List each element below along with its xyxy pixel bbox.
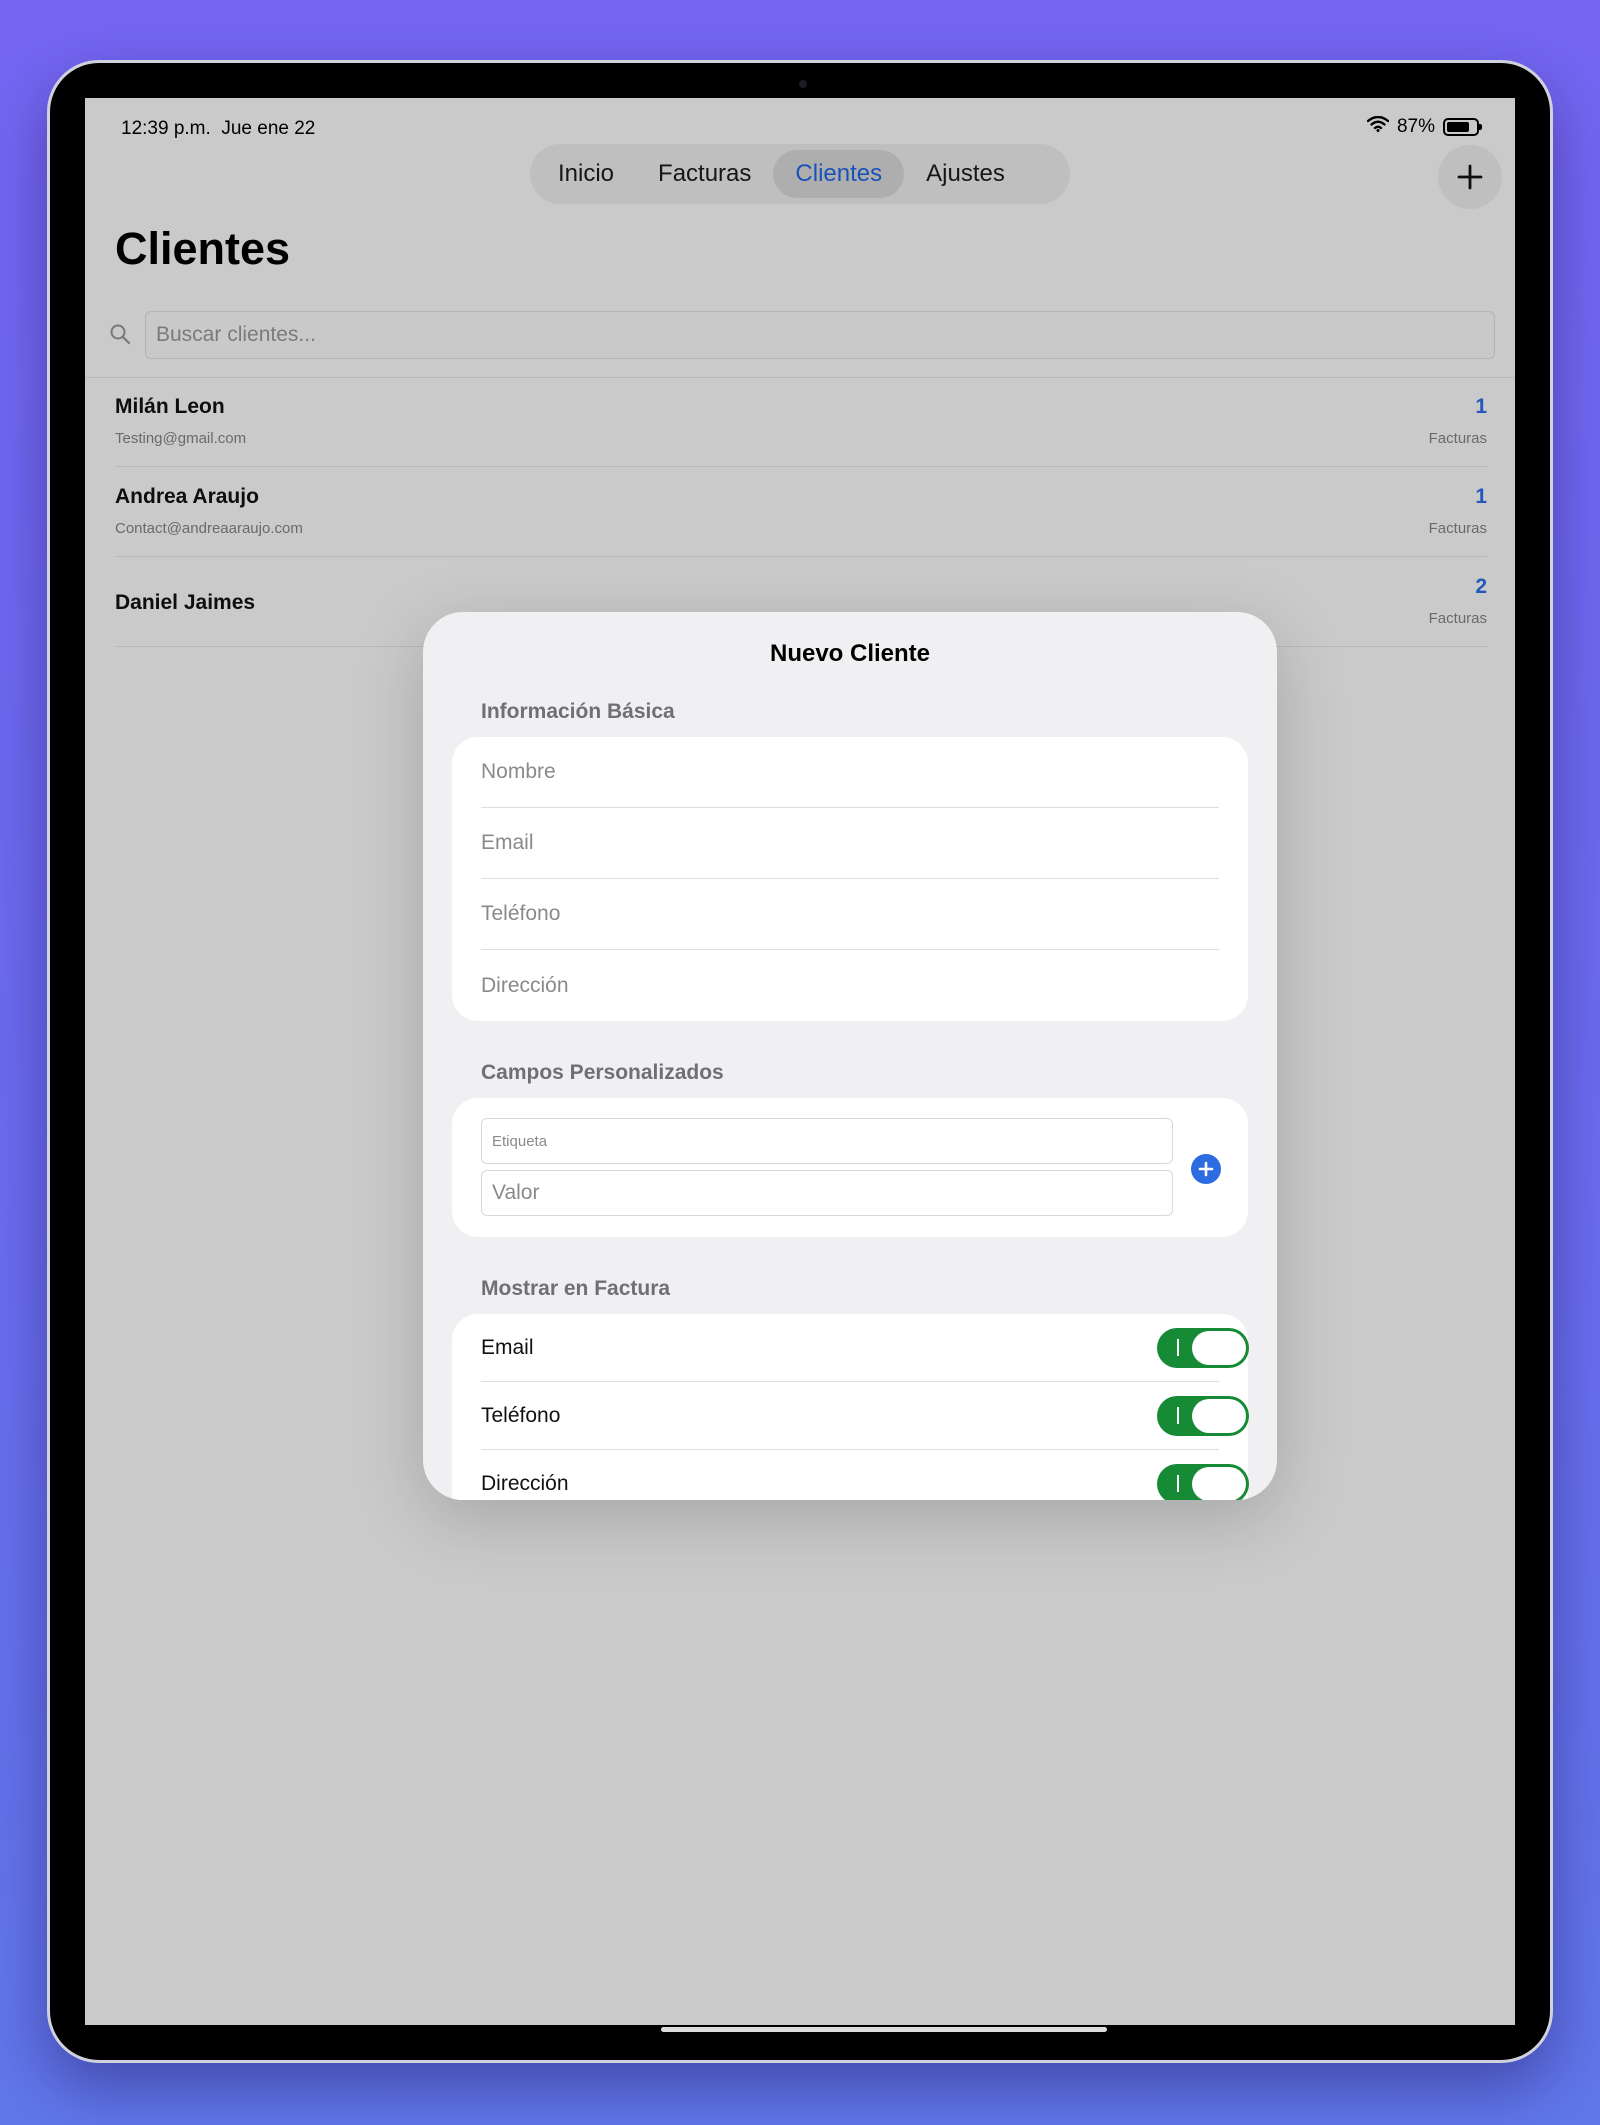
home-indicator[interactable] (661, 2027, 1107, 2032)
app-screen: 12:39 p.m. Jue ene 22 87% Inicio Factura… (85, 98, 1515, 2025)
toggle-label-phone: Teléfono (481, 1404, 561, 1427)
address-field-row (481, 950, 1219, 1021)
sheet-title: Nuevo Cliente (769, 640, 931, 667)
email-toggle[interactable] (1157, 1328, 1249, 1368)
section-header-invoice: Mostrar en Factura (481, 1277, 671, 1300)
name-field[interactable] (481, 737, 1219, 807)
custom-value-input[interactable] (481, 1170, 1173, 1216)
new-client-sheet: Nuevo Cliente Información Básica Campos … (423, 612, 1277, 1500)
toggle-row-phone: Teléfono (481, 1382, 1249, 1450)
email-field[interactable] (481, 808, 1219, 878)
add-custom-field-button[interactable] (1191, 1154, 1221, 1184)
invoice-display-card: Email Teléfono Dirección (452, 1314, 1249, 1500)
basic-info-card (452, 737, 1248, 1021)
name-field-row (481, 737, 1219, 808)
address-field[interactable] (481, 950, 1219, 1021)
custom-fields-card (452, 1098, 1248, 1237)
toggle-row-address: Dirección (481, 1450, 1249, 1500)
toggle-label-email: Email (481, 1336, 534, 1359)
plus-icon (1198, 1161, 1214, 1177)
email-field-row (481, 808, 1219, 879)
toggle-label-address: Dirección (481, 1472, 569, 1495)
phone-field[interactable] (481, 879, 1219, 949)
section-header-custom: Campos Personalizados (481, 1061, 724, 1084)
section-header-basic: Información Básica (481, 700, 675, 723)
phone-field-row (481, 879, 1219, 950)
custom-label-input[interactable] (481, 1118, 1173, 1164)
toggle-row-email: Email (481, 1314, 1249, 1382)
front-camera (799, 80, 807, 88)
phone-toggle[interactable] (1157, 1396, 1249, 1436)
address-toggle[interactable] (1157, 1464, 1249, 1500)
ipad-frame: 12:39 p.m. Jue ene 22 87% Inicio Factura… (47, 60, 1553, 2063)
